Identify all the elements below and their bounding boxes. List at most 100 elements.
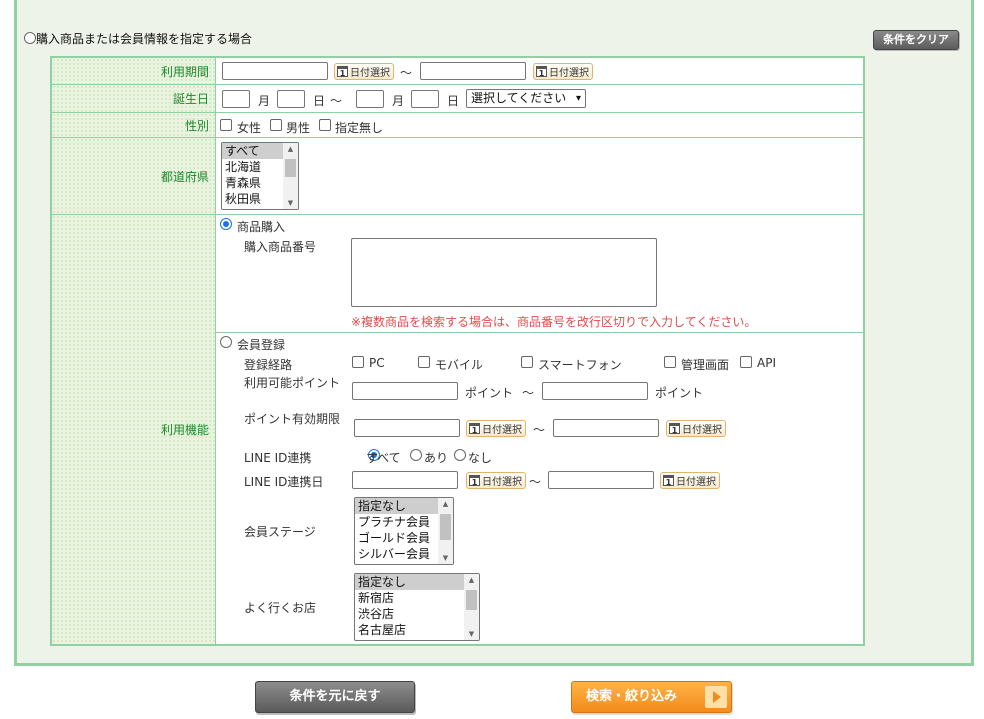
gender-female-checkbox[interactable] — [220, 119, 232, 131]
product-number-note: ※複数商品を検索する場合は、商品番号を改行区切りで入力してください。 — [351, 315, 757, 329]
range-tilde: 〜 — [533, 423, 546, 437]
points-min-input[interactable] — [352, 382, 458, 400]
line-date-start-input[interactable] — [352, 471, 458, 489]
points-expiry-end-input[interactable] — [553, 419, 659, 437]
calendar-icon: 1 — [663, 475, 674, 487]
birthday-from-month-input[interactable] — [222, 90, 250, 108]
date-select-label: 日付選択 — [350, 68, 390, 79]
birthday-select-value: 選択してください — [471, 91, 567, 105]
scroll-thumb[interactable] — [440, 514, 451, 540]
usage-period-start-date-button[interactable]: 1 日付選択 — [334, 63, 394, 80]
scroll-up-icon[interactable]: ▲ — [438, 498, 453, 510]
mode-radio-row[interactable]: 購入商品または会員情報を指定する場合 — [24, 30, 252, 46]
scroll-up-icon[interactable]: ▲ — [464, 574, 479, 586]
scroll-up-icon[interactable]: ▲ — [283, 143, 298, 155]
scrollbar[interactable]: ▲ ▼ — [438, 498, 453, 564]
scrollbar[interactable]: ▲ ▼ — [283, 143, 298, 209]
list-item[interactable]: 名古屋店 — [355, 622, 479, 638]
points-expiry-end-date-button[interactable]: 1 日付選択 — [666, 420, 726, 437]
gender-female-label: 女性 — [237, 121, 262, 135]
route-api-checkbox[interactable] — [740, 356, 752, 368]
row-divider — [52, 84, 863, 85]
route-pc-checkbox[interactable] — [352, 356, 364, 368]
line-no-radio[interactable] — [454, 449, 466, 461]
points-max-input[interactable] — [542, 382, 648, 400]
birthday-label: 誕生日 — [52, 85, 216, 112]
favorite-store-label: よく行くお店 — [244, 601, 317, 615]
day-unit: 日 — [447, 94, 460, 108]
line-no-label: なし — [468, 451, 493, 465]
clear-conditions-button[interactable]: 条件をクリア — [873, 30, 959, 50]
line-link-label: LINE ID連携 — [244, 451, 312, 465]
scroll-down-icon[interactable]: ▼ — [283, 197, 298, 209]
points-unit: ポイント — [465, 386, 514, 400]
prefecture-listbox[interactable]: すべて 北海道 青森県 秋田県 ▲ ▼ — [221, 142, 299, 210]
range-tilde: 〜 — [400, 66, 413, 80]
list-item[interactable]: 新宿店 — [355, 590, 479, 606]
purchase-radio-label: 商品購入 — [237, 220, 286, 234]
birthday-select[interactable]: 選択してください ▾ — [466, 89, 586, 108]
birthday-to-day-input[interactable] — [411, 90, 439, 108]
scroll-down-icon[interactable]: ▼ — [464, 628, 479, 640]
search-filter-label: 検索・絞り込み — [586, 689, 678, 704]
route-admin-label: 管理画面 — [681, 358, 730, 372]
usage-period-start-input[interactable] — [222, 62, 328, 80]
mode-radio-label: 購入商品または会員情報を指定する場合 — [36, 31, 253, 46]
calendar-icon: 1 — [536, 66, 547, 78]
member-radio[interactable] — [220, 336, 232, 348]
row-divider — [52, 214, 863, 215]
line-yes-label: あり — [424, 451, 449, 465]
favorite-store-listbox[interactable]: 指定なし 新宿店 渋谷店 名古屋店 ▲ ▼ — [354, 573, 480, 641]
scroll-thumb[interactable] — [285, 159, 296, 177]
date-select-label: 日付選択 — [482, 477, 522, 488]
list-item[interactable]: 渋谷店 — [355, 606, 479, 622]
gender-male-checkbox[interactable] — [270, 119, 282, 131]
chevron-down-icon: ▾ — [575, 93, 581, 104]
route-admin-checkbox[interactable] — [664, 356, 676, 368]
points-unit: ポイント — [655, 386, 704, 400]
route-mobile-checkbox[interactable] — [418, 356, 430, 368]
conditions-table: 利用期間 誕生日 性別 都道府県 利用機能 1 日付選択 〜 1 日付選択 月 日 … — [50, 56, 865, 646]
gender-label: 性別 — [52, 113, 216, 137]
date-select-label: 日付選択 — [482, 425, 522, 436]
row-divider — [52, 112, 863, 113]
gender-unspecified-checkbox[interactable] — [319, 119, 331, 131]
line-date-start-button[interactable]: 1 日付選択 — [466, 472, 526, 489]
usage-period-end-input[interactable] — [420, 62, 526, 80]
line-all-label: すべて — [366, 451, 401, 465]
list-item[interactable]: 指定なし — [355, 574, 479, 590]
scrollbar[interactable]: ▲ ▼ — [464, 574, 479, 640]
scroll-down-icon[interactable]: ▼ — [438, 552, 453, 564]
row-divider — [52, 137, 863, 138]
line-yes-radio[interactable] — [410, 449, 422, 461]
route-mobile-label: モバイル — [435, 358, 484, 372]
usage-function-label: 利用機能 — [52, 215, 216, 644]
line-date-end-input[interactable] — [548, 471, 654, 489]
line-date-end-button[interactable]: 1 日付選択 — [660, 472, 720, 489]
scroll-thumb[interactable] — [466, 590, 477, 610]
mode-radio[interactable] — [24, 32, 36, 44]
day-unit: 日 — [313, 94, 326, 108]
calendar-icon: 1 — [337, 66, 348, 78]
range-tilde: 〜 — [529, 475, 542, 489]
route-smartphone-label: スマートフォン — [538, 358, 622, 372]
search-filter-button[interactable]: 検索・絞り込み — [571, 681, 732, 713]
points-expiry-start-input[interactable] — [354, 419, 460, 437]
date-select-label: 日付選択 — [682, 425, 722, 436]
route-smartphone-checkbox[interactable] — [521, 356, 533, 368]
reset-conditions-button[interactable]: 条件を元に戻す — [255, 681, 415, 713]
purchase-radio[interactable] — [220, 218, 232, 230]
member-radio-label: 会員登録 — [237, 338, 286, 352]
route-api-label: API — [757, 356, 776, 370]
row-divider — [216, 332, 863, 333]
arrow-right-icon — [705, 686, 727, 708]
member-stage-listbox[interactable]: 指定なし プラチナ会員 ゴールド会員 シルバー会員 ▲ ▼ — [354, 497, 454, 565]
route-pc-label: PC — [369, 356, 385, 370]
birthday-from-day-input[interactable] — [277, 90, 305, 108]
product-number-textarea[interactable] — [351, 238, 657, 307]
birthday-to-month-input[interactable] — [356, 90, 384, 108]
points-label: 利用可能ポイント — [244, 376, 341, 390]
points-expiry-start-date-button[interactable]: 1 日付選択 — [466, 420, 526, 437]
usage-period-end-date-button[interactable]: 1 日付選択 — [533, 63, 593, 80]
date-select-label: 日付選択 — [676, 477, 716, 488]
